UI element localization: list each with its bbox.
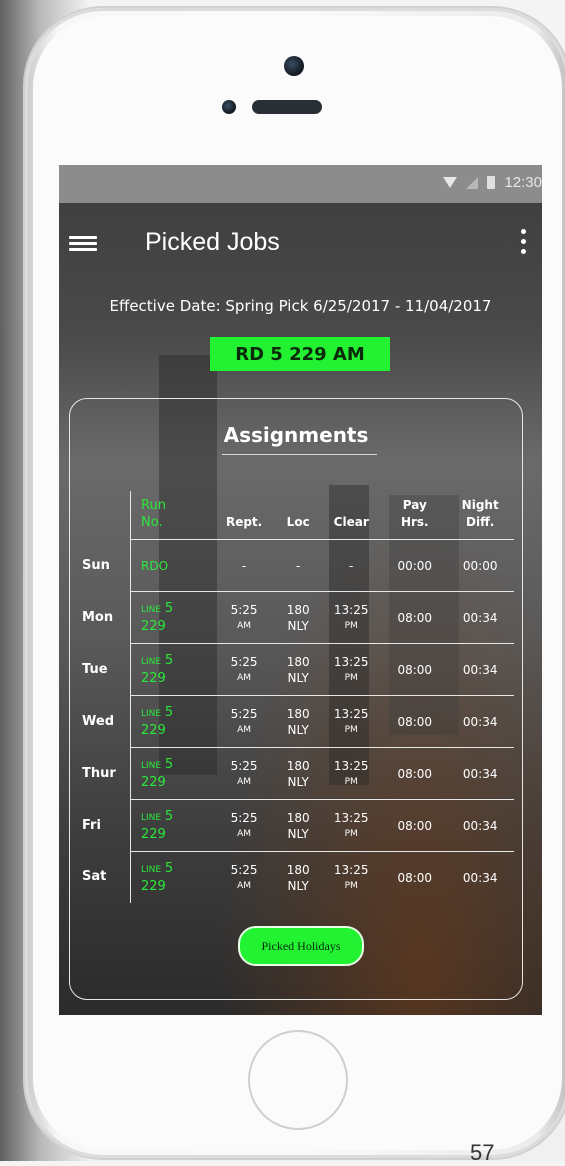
status-bar: 12:30 [59, 165, 542, 203]
table-row: Mon LINE 5 229 5:25 AM 180 NLY 13:25 PM 08:… [78, 591, 514, 644]
day-cell: Sat [82, 869, 107, 885]
pay-cell: 08:00 [383, 851, 447, 903]
table-row: Thur LINE 5 229 5:25 AM 180 NLY 13:25 PM 08… [78, 747, 514, 800]
run-cell: LINE 5 229 [130, 799, 211, 852]
battery-icon [487, 176, 496, 189]
run-cell: LINE 5 229 [130, 695, 211, 748]
day-cell: Wed [82, 713, 114, 729]
clear-cell: 13:25 PM [319, 695, 384, 748]
page-number: 57 [470, 1140, 495, 1165]
day-cell: Mon [82, 609, 114, 625]
clear-cell: 13:25 PM [319, 851, 384, 903]
night-cell: 00:34 [446, 695, 514, 748]
night-cell: 00:34 [446, 643, 514, 696]
loc-cell: 180 NLY [277, 851, 320, 903]
night-column-header: Night Diff. [461, 498, 499, 529]
clear-cell: - [319, 539, 384, 592]
night-cell: 00:34 [446, 747, 514, 800]
pay-cell: 08:00 [383, 695, 447, 748]
pay-cell: 08:00 [383, 591, 447, 644]
table-header-row: Run No. Rept. Loc Clear Pay Hrs. Night D… [78, 491, 514, 540]
day-cell: Sun [82, 557, 110, 573]
assignments-table: Run No. Rept. Loc Clear Pay Hrs. Night D… [78, 491, 514, 903]
loc-cell: 180 NLY [277, 591, 320, 644]
run-cell: LINE 5 229 [130, 643, 211, 696]
pay-cell: 00:00 [383, 539, 447, 592]
pay-cell: 08:00 [383, 799, 447, 852]
title-underline [222, 454, 377, 455]
rept-cell: 5:25 AM [211, 695, 278, 748]
rept-cell: 5:25 AM [211, 747, 278, 800]
clear-cell: 13:25 PM [319, 643, 384, 696]
loc-column-header: Loc [286, 515, 310, 529]
table-row: Sun RDO - - - 00:00 00:00 [78, 539, 514, 592]
rept-cell: 5:25 AM [211, 799, 278, 852]
signal-icon [466, 176, 479, 189]
proximity-sensor-icon [222, 100, 236, 114]
clear-cell: 13:25 PM [319, 799, 384, 852]
loc-cell: 180 NLY [277, 643, 320, 696]
rept-column-header: Rept. [225, 515, 263, 529]
clear-cell: 13:25 PM [319, 591, 384, 644]
night-cell: 00:34 [446, 799, 514, 852]
pay-column-header: Pay Hrs. [400, 498, 429, 529]
pay-cell: 08:00 [383, 747, 447, 800]
run-cell: LINE 5 229 [130, 591, 211, 644]
table-row: Fri LINE 5 229 5:25 AM 180 NLY 13:25 PM 08:… [78, 799, 514, 852]
run-cell: RDO [130, 539, 211, 592]
day-column-header [78, 491, 131, 540]
day-cell: Thur [82, 765, 116, 781]
app-bar: Picked Jobs [59, 203, 542, 283]
effective-date-text: Effective Date: Spring Pick 6/25/2017 - … [109, 297, 492, 315]
home-button[interactable] [248, 1030, 348, 1130]
overflow-menu-icon[interactable] [521, 229, 526, 255]
day-cell: Fri [82, 817, 101, 833]
run-cell: LINE 5 229 [130, 747, 211, 800]
loc-cell: 180 NLY [277, 747, 320, 800]
run-column-header: Run No. [130, 491, 211, 540]
table-row: Sat LINE 5 229 5:25 AM 180 NLY 13:25 PM 08:… [78, 851, 514, 903]
rept-cell: 5:25 AM [211, 643, 278, 696]
front-camera-icon [284, 56, 304, 76]
run-cell: LINE 5 229 [130, 851, 211, 903]
run-badge: RD 5 229 AM [210, 337, 390, 371]
table-row: Wed LINE 5 229 5:25 AM 180 NLY 13:25 PM 08:… [78, 695, 514, 748]
clear-column-header: Clear [333, 515, 369, 529]
night-cell: 00:34 [446, 851, 514, 903]
picked-holidays-button[interactable]: Picked Holidays [238, 926, 364, 966]
loc-cell: - [277, 539, 320, 592]
table-row: Tue LINE 5 229 5:25 AM 180 NLY 13:25 PM 08:… [78, 643, 514, 696]
clear-cell: 13:25 PM [319, 747, 384, 800]
app-screen: 12:30 Picked Jobs Effective Date: Spring… [59, 165, 542, 1015]
wifi-icon [443, 177, 458, 188]
earpiece-speaker [252, 100, 322, 114]
night-cell: 00:34 [446, 591, 514, 644]
night-cell: 00:00 [446, 539, 514, 592]
assignments-card: Assignments Run No. Rept. Loc Clear Pay … [69, 398, 523, 1000]
status-clock: 12:30 [504, 174, 542, 191]
loc-cell: 180 NLY [277, 799, 320, 852]
rept-cell: - [211, 539, 278, 592]
day-cell: Tue [82, 661, 108, 677]
rept-cell: 5:25 AM [211, 591, 278, 644]
rept-cell: 5:25 AM [211, 851, 278, 903]
pay-cell: 08:00 [383, 643, 447, 696]
hamburger-menu-icon[interactable] [69, 236, 97, 252]
page-title: Picked Jobs [145, 228, 280, 256]
assignments-title: Assignments [223, 423, 369, 447]
loc-cell: 180 NLY [277, 695, 320, 748]
